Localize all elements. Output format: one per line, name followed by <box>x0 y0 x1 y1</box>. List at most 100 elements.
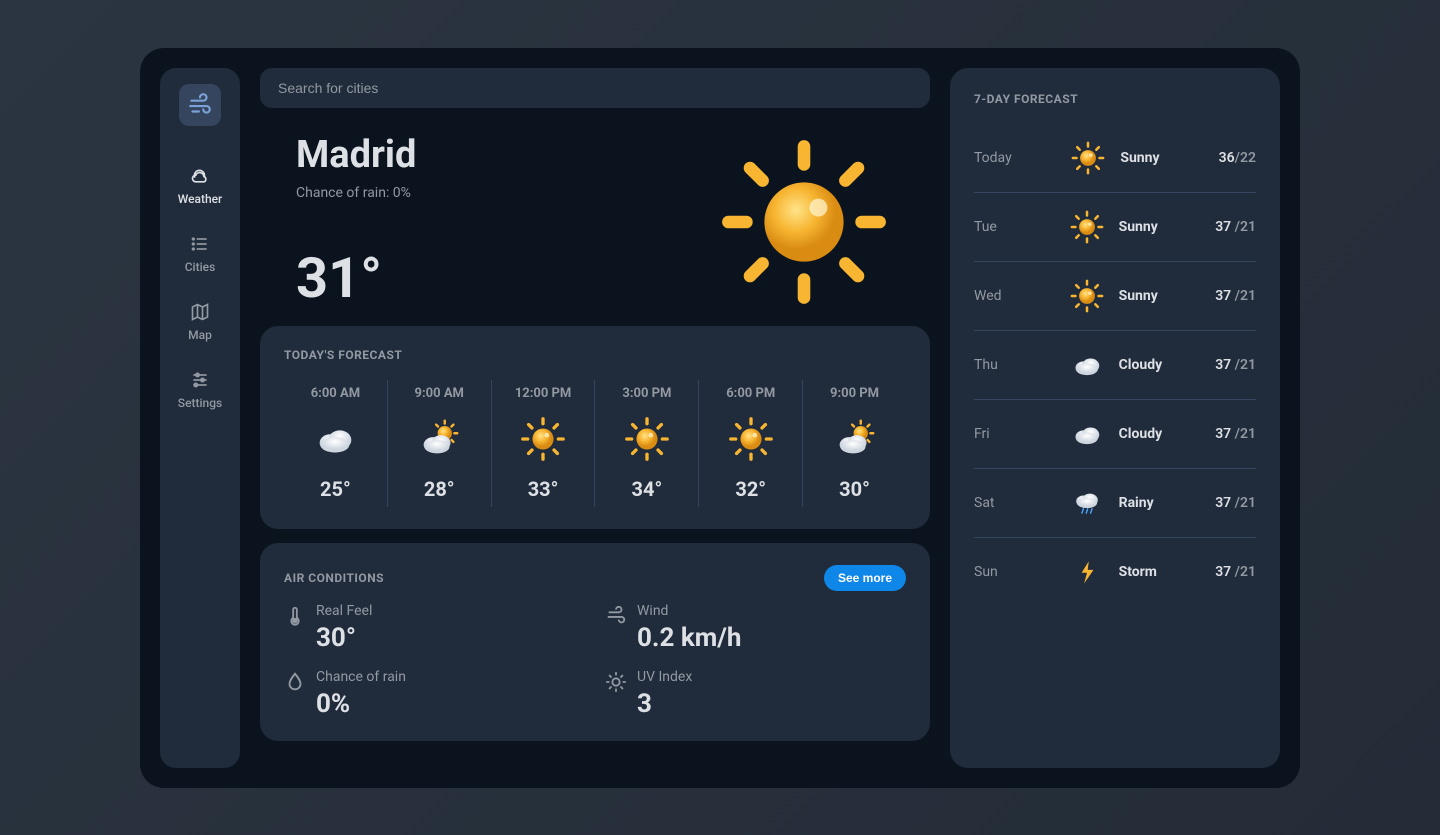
sunny-icon <box>623 415 671 463</box>
day-name: Fri <box>974 426 1022 442</box>
air-conditions-title: AIR CONDITIONS <box>284 571 384 585</box>
day-temp: 36/22 <box>1219 150 1256 166</box>
air-item-wind: Wind 0.2 km/h <box>605 603 906 653</box>
drop-icon <box>284 671 306 719</box>
sunny-icon <box>727 415 775 463</box>
air-value: 0.2 km/h <box>637 623 741 653</box>
nav-label: Settings <box>178 396 222 410</box>
day-temp: 37 /21 <box>1215 426 1256 442</box>
day-row: Today Sunny 36/22 <box>974 124 1256 193</box>
air-label: UV Index <box>637 669 692 685</box>
day-condition: Storm <box>1119 564 1169 580</box>
day-row: SunStorm37 /21 <box>974 538 1256 606</box>
air-value: 0% <box>316 689 406 719</box>
day-temp: 37 /21 <box>1215 357 1256 373</box>
hour-time: 6:00 PM <box>726 386 775 401</box>
hour-time: 12:00 PM <box>515 386 572 401</box>
hour-time: 9:00 AM <box>415 386 464 401</box>
see-more-button[interactable]: See more <box>824 565 906 591</box>
day-name: Today <box>974 150 1022 166</box>
air-item-thermometer: Real Feel 30° <box>284 603 585 653</box>
hour-forecast: 3:00 PM 34° <box>595 380 699 507</box>
air-label: Wind <box>637 603 741 619</box>
day-name: Thu <box>974 357 1022 373</box>
storm-icon <box>1069 554 1105 590</box>
sidebar: Weather Cities Map Settings <box>160 68 240 768</box>
hour-temp: 32° <box>735 477 766 501</box>
hour-forecast: 9:00 AM 28° <box>388 380 492 507</box>
nav-label: Cities <box>185 260 216 274</box>
day-condition: Sunny <box>1119 219 1169 235</box>
day-row: Wed Sunny 37 /21 <box>974 262 1256 331</box>
nav-item-weather[interactable]: Weather <box>178 166 223 206</box>
day-condition: Cloudy <box>1119 357 1169 373</box>
wind-icon <box>605 605 627 653</box>
day-temp: 37 /21 <box>1215 288 1256 304</box>
nav-item-map[interactable]: Map <box>188 302 212 342</box>
main-column: Madrid Chance of rain: 0% 31° TODAY'S FO… <box>260 68 930 768</box>
map-icon <box>190 302 210 322</box>
day-temp: 37 /21 <box>1215 495 1256 511</box>
day-condition: Sunny <box>1120 150 1170 166</box>
day-row: Fri Cloudy 37 /21 <box>974 400 1256 469</box>
hour-temp: 33° <box>528 477 559 501</box>
app-window: Weather Cities Map Settings Madrid Chance o… <box>140 48 1300 788</box>
hour-forecast: 12:00 PM 33° <box>492 380 596 507</box>
hour-forecast: 6:00 AM 25° <box>284 380 388 507</box>
list-icon <box>190 234 210 254</box>
city-name: Madrid <box>296 133 416 177</box>
sunny-icon <box>1069 209 1105 245</box>
today-forecast-card: TODAY'S FORECAST 6:00 AM25°9:00 AM28°12:… <box>260 326 930 529</box>
wind-icon <box>187 92 213 118</box>
day-row: Thu Cloudy 37 /21 <box>974 331 1256 400</box>
air-item-sun: UV Index 3 <box>605 669 906 719</box>
day-name: Wed <box>974 288 1022 304</box>
day-temp: 37 /21 <box>1215 564 1256 580</box>
cloudy-icon <box>311 415 359 463</box>
hour-time: 6:00 AM <box>311 386 360 401</box>
day-temp: 37 /21 <box>1215 219 1256 235</box>
cloudy-icon <box>1069 416 1105 452</box>
day-name: Sat <box>974 495 1022 511</box>
nav-label: Weather <box>178 192 223 206</box>
rainy-icon <box>1069 485 1105 521</box>
hour-forecast: 6:00 PM 32° <box>699 380 803 507</box>
hour-time: 3:00 PM <box>622 386 671 401</box>
app-logo <box>179 84 221 126</box>
day-row: Tue Sunny 37 /21 <box>974 193 1256 262</box>
air-item-drop: Chance of rain 0% <box>284 669 585 719</box>
day-condition: Sunny <box>1119 288 1169 304</box>
sun-icon <box>605 671 627 719</box>
sunny-icon <box>519 415 567 463</box>
nav-label: Map <box>188 328 212 342</box>
day-row: SatRainy37 /21 <box>974 469 1256 538</box>
partly-icon <box>831 415 879 463</box>
week-forecast-card: 7-DAY FORECAST Today Sunny 36/22 Tue Sunny 37… <box>950 68 1280 768</box>
sunny-icon <box>1070 140 1106 176</box>
day-condition: Cloudy <box>1119 426 1169 442</box>
current-weather-icon <box>714 132 894 312</box>
air-label: Chance of rain <box>316 669 406 685</box>
weather-icon <box>190 166 210 186</box>
current-temperature: 31° <box>296 245 416 311</box>
search-input[interactable] <box>260 68 930 108</box>
nav-item-settings[interactable]: Settings <box>178 370 222 410</box>
air-label: Real Feel <box>316 603 372 619</box>
week-forecast-title: 7-DAY FORECAST <box>974 92 1256 106</box>
current-weather: Madrid Chance of rain: 0% 31° <box>260 122 930 312</box>
sunny-icon <box>1069 278 1105 314</box>
air-value: 3 <box>637 689 692 719</box>
hour-temp: 34° <box>632 477 663 501</box>
cloudy-icon <box>1069 347 1105 383</box>
partly-icon <box>415 415 463 463</box>
air-conditions-card: AIR CONDITIONS See more Real Feel 30° Wind… <box>260 543 930 741</box>
sliders-icon <box>190 370 210 390</box>
hour-temp: 25° <box>320 477 351 501</box>
nav-item-cities[interactable]: Cities <box>185 234 216 274</box>
hour-forecast: 9:00 PM30° <box>803 380 906 507</box>
hour-temp: 30° <box>839 477 870 501</box>
air-value: 30° <box>316 623 372 653</box>
rain-chance-label: Chance of rain: 0% <box>296 185 416 201</box>
hour-temp: 28° <box>424 477 455 501</box>
day-name: Tue <box>974 219 1022 235</box>
